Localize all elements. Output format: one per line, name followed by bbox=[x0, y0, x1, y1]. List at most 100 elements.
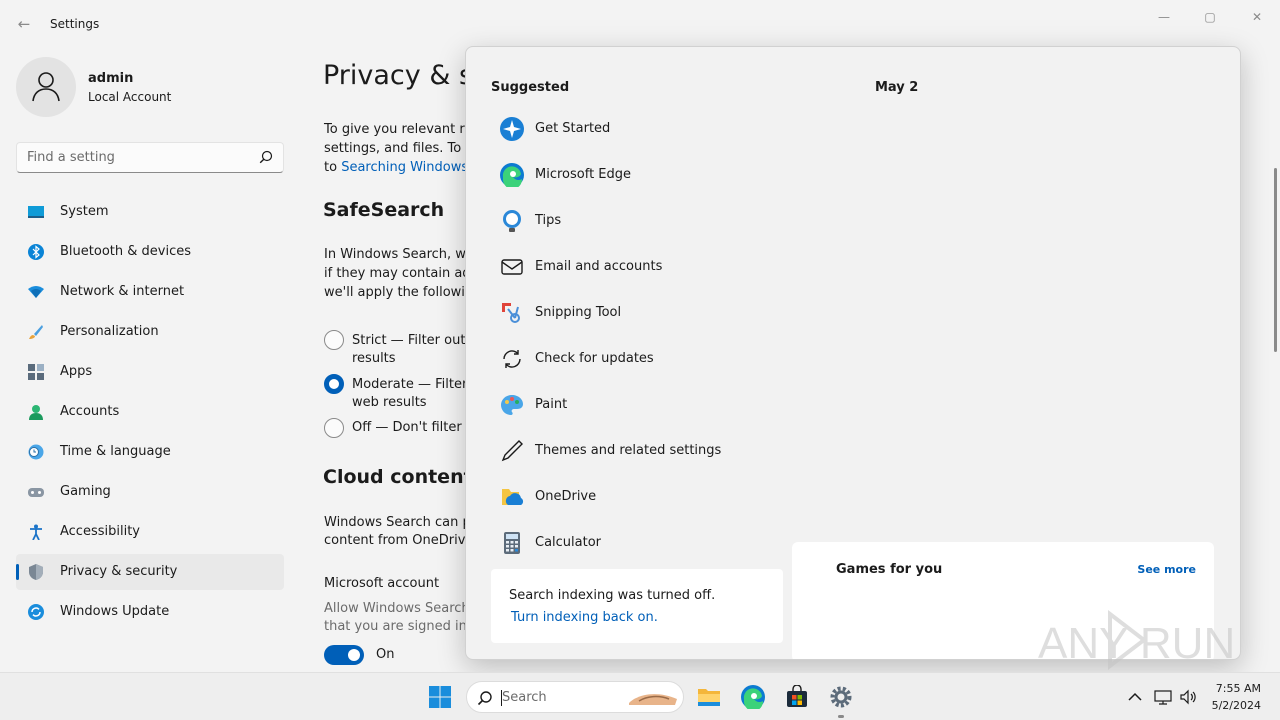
sidebar-item-network[interactable]: Network & internet bbox=[16, 274, 284, 310]
shield-icon bbox=[29, 564, 43, 580]
suggestion-label: Snipping Tool bbox=[535, 305, 622, 320]
radio-off-label: Off — Don't filter a bbox=[352, 420, 474, 435]
suggestion-themes[interactable]: Themes and related settings bbox=[491, 428, 791, 474]
title-bar: ← Settings — ▢ ✕ bbox=[0, 0, 1280, 48]
radio-moderate-label: Moderate — Filter web results bbox=[352, 377, 468, 410]
network-icon[interactable] bbox=[1154, 688, 1172, 706]
back-arrow-icon[interactable]: ← bbox=[12, 12, 36, 36]
suggestion-check-updates[interactable]: Check for updates bbox=[491, 336, 791, 382]
suggested-heading: Suggested bbox=[491, 80, 570, 95]
settings-gear-icon[interactable] bbox=[829, 685, 853, 709]
edge-icon[interactable] bbox=[741, 685, 765, 709]
sidebar-item-personalization[interactable]: Personalization bbox=[16, 314, 284, 350]
brush-icon bbox=[29, 325, 43, 339]
taskbar-search-input[interactable]: Search bbox=[466, 681, 684, 713]
close-button[interactable]: ✕ bbox=[1234, 6, 1280, 28]
suggestion-label: Check for updates bbox=[535, 351, 654, 366]
volume-icon[interactable] bbox=[1179, 688, 1197, 706]
edge-icon bbox=[500, 163, 524, 187]
get-started-icon bbox=[500, 117, 524, 141]
person-icon bbox=[32, 72, 60, 102]
intro-line: To give you relevant res bbox=[324, 122, 480, 137]
refresh-icon bbox=[503, 350, 521, 368]
sidebar-item-apps[interactable]: Apps bbox=[16, 354, 284, 390]
sidebar-item-label: Gaming bbox=[60, 484, 111, 499]
cloud-desc: content from OneDrive bbox=[324, 533, 474, 548]
sidebar-item-label: Windows Update bbox=[60, 604, 170, 619]
microsoft-account-desc: that you are signed in t bbox=[324, 619, 477, 634]
sidebar-item-gaming[interactable]: Gaming bbox=[16, 474, 284, 510]
sidebar-item-label: Personalization bbox=[60, 324, 159, 339]
suggestion-get-started[interactable]: Get Started bbox=[491, 106, 791, 152]
sidebar-item-label: Apps bbox=[60, 364, 93, 379]
sidebar-item-privacy-security[interactable]: Privacy & security bbox=[16, 554, 284, 590]
sidebar-item-label: Privacy & security bbox=[60, 564, 178, 579]
apps-icon bbox=[28, 364, 44, 380]
anyrun-watermark: ANY RUN bbox=[1038, 609, 1235, 671]
sidebar-item-accounts[interactable]: Accounts bbox=[16, 394, 284, 430]
microsoft-account-label: Microsoft account bbox=[324, 576, 440, 591]
user-name: admin bbox=[88, 71, 134, 86]
sidebar-item-label: Time & language bbox=[60, 444, 171, 459]
clock-date[interactable]: 5/2/2024 bbox=[1212, 699, 1261, 712]
sidebar-item-accessibility[interactable]: Accessibility bbox=[16, 514, 284, 550]
active-app-indicator bbox=[838, 715, 844, 718]
accounts-icon bbox=[29, 405, 43, 420]
taskbar-search-placeholder: Search bbox=[502, 690, 547, 705]
games-title: Games for you bbox=[836, 562, 943, 577]
see-more-link[interactable]: See more bbox=[1137, 563, 1196, 576]
content-scrollbar[interactable] bbox=[1274, 168, 1277, 352]
file-explorer-icon[interactable] bbox=[697, 685, 721, 709]
snipping-tool-icon bbox=[502, 303, 520, 323]
account-type: Local Account bbox=[88, 90, 172, 104]
find-setting-input[interactable]: Find a setting bbox=[16, 142, 284, 173]
radio-strict-label: Strict — Filter out a results bbox=[352, 333, 478, 366]
sidebar-nav: System Bluetooth & devices Network & int… bbox=[16, 194, 284, 634]
suggestion-label: Get Started bbox=[535, 121, 611, 136]
safesearch-desc: we'll apply the followin bbox=[324, 285, 474, 300]
mail-icon bbox=[501, 259, 523, 275]
sidebar-item-bluetooth[interactable]: Bluetooth & devices bbox=[16, 234, 284, 270]
date-heading: May 2 bbox=[875, 80, 919, 95]
intro-line: to Searching Windows bbox=[324, 158, 468, 177]
minimize-button[interactable]: — bbox=[1141, 6, 1187, 28]
microsoft-account-toggle[interactable] bbox=[324, 645, 364, 665]
sidebar-item-label: Bluetooth & devices bbox=[60, 244, 191, 259]
radio-off[interactable] bbox=[324, 418, 344, 438]
toggle-state-label: On bbox=[376, 647, 395, 662]
searching-windows-link[interactable]: Searching Windows bbox=[341, 160, 468, 175]
suggestion-label: Tips bbox=[535, 213, 562, 228]
window-title: Settings bbox=[50, 17, 100, 31]
update-icon bbox=[28, 604, 44, 620]
radio-moderate[interactable] bbox=[324, 374, 344, 394]
suggestion-label: Microsoft Edge bbox=[535, 167, 632, 182]
sidebar-item-time-language[interactable]: Time & language bbox=[16, 434, 284, 470]
clock-time[interactable]: 7:55 AM bbox=[1216, 682, 1261, 695]
windows-start-icon[interactable] bbox=[428, 685, 452, 709]
paint-icon bbox=[501, 395, 523, 415]
taskbar: Search 7:55 AM 5/2/2024 bbox=[0, 672, 1280, 720]
turn-indexing-on-link[interactable]: Turn indexing back on. bbox=[511, 610, 658, 625]
radio-strict[interactable] bbox=[324, 330, 344, 350]
suggestion-email-accounts[interactable]: Email and accounts bbox=[491, 244, 791, 290]
sidebar-item-windows-update[interactable]: Windows Update bbox=[16, 594, 284, 630]
find-setting-placeholder: Find a setting bbox=[27, 150, 115, 165]
avatar bbox=[16, 57, 76, 117]
suggestion-paint[interactable]: Paint bbox=[491, 382, 791, 428]
suggestion-onedrive[interactable]: OneDrive bbox=[491, 474, 791, 520]
indexing-message: Search indexing was turned off. bbox=[509, 588, 716, 603]
sidebar-item-system[interactable]: System bbox=[16, 194, 284, 230]
sidebar-item-label: Network & internet bbox=[60, 284, 185, 299]
suggestion-label: OneDrive bbox=[535, 489, 597, 504]
chevron-up-icon[interactable] bbox=[1126, 688, 1144, 706]
accessibility-icon bbox=[30, 524, 42, 540]
store-icon[interactable] bbox=[785, 685, 809, 709]
suggestion-microsoft-edge[interactable]: Microsoft Edge bbox=[491, 152, 791, 198]
system-icon bbox=[28, 206, 44, 218]
onedrive-icon bbox=[502, 489, 524, 505]
maximize-button[interactable]: ▢ bbox=[1187, 6, 1233, 28]
suggestion-snipping-tool[interactable]: Snipping Tool bbox=[491, 290, 791, 336]
suggestion-tips[interactable]: Tips bbox=[491, 198, 791, 244]
suggestion-calculator[interactable]: Calculator bbox=[491, 520, 791, 566]
search-icon bbox=[477, 691, 492, 706]
